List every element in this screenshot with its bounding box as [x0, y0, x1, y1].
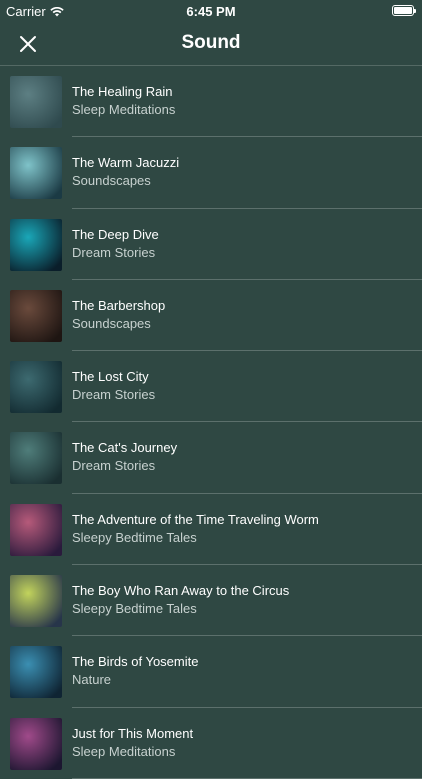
sound-thumbnail: [10, 147, 62, 200]
list-item[interactable]: Just for This Moment Sleep Meditations: [0, 708, 422, 779]
sound-title: The Healing Rain: [72, 84, 173, 99]
list-item[interactable]: The Lost City Dream Stories: [0, 351, 422, 423]
list-item[interactable]: The Cat's Journey Dream Stories: [0, 422, 422, 494]
sound-title: The Cat's Journey: [72, 440, 178, 456]
sound-category: Sleepy Bedtime Tales: [72, 529, 197, 545]
sound-category: Nature: [72, 672, 112, 688]
sound-thumbnail: [10, 432, 62, 485]
sound-title: The Boy Who Ran Away to the Circus: [72, 583, 290, 599]
list-item[interactable]: The Deep Dive Dream Stories: [0, 209, 422, 280]
sound-category: Sleep Meditations: [72, 743, 176, 759]
sound-title: The Barbershop: [72, 297, 166, 313]
sound-thumbnail: [10, 717, 62, 770]
list-item[interactable]: The Birds of Yosemite Nature: [0, 636, 422, 708]
sound-title: The Lost City: [72, 369, 149, 385]
sound-category: Soundscapes: [72, 173, 151, 189]
sound-thumbnail: [10, 575, 62, 628]
sound-title: The Birds of Yosemite: [72, 654, 199, 670]
list-item[interactable]: The Barbershop Soundscapes: [0, 280, 422, 352]
sound-thumbnail: [10, 361, 62, 414]
sound-thumbnail: [10, 289, 62, 342]
sound-category: Soundscapes: [72, 315, 151, 331]
sound-category: Dream Stories: [72, 387, 156, 403]
sound-thumbnail: [10, 76, 62, 128]
list-item[interactable]: The Boy Who Ran Away to the Circus Sleepy…: [0, 565, 422, 637]
sound-category: Dream Stories: [72, 458, 156, 474]
page-title: Sound: [181, 32, 241, 53]
sound-title: Just for This Moment: [72, 725, 194, 741]
list-item[interactable]: The Adventure of the Time Traveling Worm…: [0, 494, 422, 566]
sound-title: The Warm Jacuzzi: [72, 155, 180, 171]
list-item[interactable]: The Warm Jacuzzi Soundscapes: [0, 137, 422, 209]
list-item[interactable]: The Healing Rain Sleep Meditations: [0, 66, 422, 138]
sound-list: The Healing Rain Sleep Meditations The War…: [0, 66, 422, 779]
sound-category: Sleepy Bedtime Tales: [72, 601, 197, 617]
sound-category: Sleep Meditations: [72, 102, 176, 117]
sound-thumbnail: [10, 503, 62, 556]
status-time: 6:45 PM: [186, 4, 236, 19]
sound-thumbnail: [10, 218, 62, 271]
sound-title: The Deep Dive: [72, 226, 159, 242]
battery-icon: [392, 5, 416, 16]
sound-category: Dream Stories: [72, 244, 156, 260]
sound-thumbnail: [10, 646, 62, 699]
status-bar: Carrier 6:45 PM: [0, 0, 422, 22]
nav-bar: Sound: [0, 22, 422, 66]
sound-title: The Adventure of the Time Traveling Worm: [72, 511, 319, 527]
